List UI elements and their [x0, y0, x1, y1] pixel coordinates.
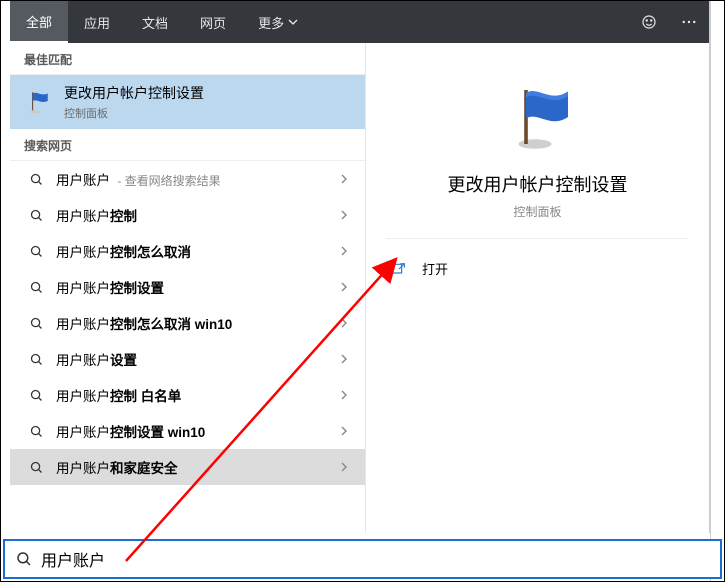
web-result-label: 用户账户控制设置 — [56, 277, 333, 297]
web-result-item[interactable]: 用户账户控制 — [10, 197, 365, 233]
search-icon — [26, 280, 46, 295]
web-result-label: 用户账户控制 — [56, 205, 333, 225]
top-nav: 全部 应用 文档 网页 更多 — [10, 1, 709, 43]
tab-apps[interactable]: 应用 — [68, 1, 126, 43]
chevron-right-icon — [333, 244, 355, 259]
chevron-down-icon — [288, 17, 298, 27]
chevron-right-icon — [333, 460, 355, 475]
web-result-label: 用户账户 - 查看网络搜索结果 — [56, 169, 333, 189]
search-icon — [26, 316, 46, 331]
chevron-right-icon — [333, 316, 355, 331]
tab-web[interactable]: 网页 — [184, 1, 242, 43]
tab-all[interactable]: 全部 — [10, 1, 68, 43]
web-result-label: 用户账户设置 — [56, 349, 333, 369]
web-result-item[interactable]: 用户账户和家庭安全 — [10, 449, 365, 485]
best-match-subtitle: 控制面板 — [64, 105, 204, 121]
search-icon — [26, 460, 46, 475]
tab-more[interactable]: 更多 — [242, 1, 314, 43]
search-icon — [26, 388, 46, 403]
web-result-label: 用户账户和家庭安全 — [56, 457, 333, 477]
search-icon — [26, 424, 46, 439]
web-result-item[interactable]: 用户账户控制 白名单 — [10, 377, 365, 413]
detail-hero-icon — [386, 81, 689, 153]
flag-icon — [24, 88, 52, 116]
search-icon — [26, 172, 46, 187]
search-input[interactable] — [35, 546, 712, 572]
chevron-right-icon — [333, 280, 355, 295]
web-result-item[interactable]: 用户账户控制设置 — [10, 269, 365, 305]
search-icon — [26, 352, 46, 367]
detail-title: 更改用户帐户控制设置 — [386, 171, 689, 197]
overflow-button[interactable] — [669, 1, 709, 43]
web-result-label: 用户账户控制怎么取消 win10 — [56, 313, 333, 333]
web-result-label: 用户账户控制怎么取消 — [56, 241, 333, 261]
section-web: 搜索网页 — [10, 129, 365, 161]
chevron-right-icon — [333, 172, 355, 187]
search-icon — [26, 208, 46, 223]
chevron-right-icon — [333, 388, 355, 403]
open-label: 打开 — [422, 259, 448, 278]
web-result-item[interactable]: 用户账户 - 查看网络搜索结果 — [10, 161, 365, 197]
flag-icon — [502, 81, 574, 153]
chevron-right-icon — [333, 424, 355, 439]
tab-docs[interactable]: 文档 — [126, 1, 184, 43]
detail-subtitle: 控制面板 — [386, 203, 689, 239]
chevron-right-icon — [333, 208, 355, 223]
web-result-label: 用户账户控制 白名单 — [56, 385, 333, 405]
tab-more-label: 更多 — [258, 13, 284, 32]
best-match-item[interactable]: 更改用户帐户控制设置 控制面板 — [10, 75, 365, 129]
section-best-match: 最佳匹配 — [10, 43, 365, 75]
search-bar[interactable] — [3, 539, 722, 579]
web-result-item[interactable]: 用户账户设置 — [10, 341, 365, 377]
results-pane: 最佳匹配 更改用户帐户控制设置 控制面板 搜索网页 用户账户 - 查看网络搜索结… — [10, 43, 366, 533]
detail-pane: 更改用户帐户控制设置 控制面板 打开 — [366, 43, 709, 533]
open-icon — [390, 260, 408, 278]
more-icon — [680, 13, 698, 31]
feedback-button[interactable] — [629, 1, 669, 43]
open-action[interactable]: 打开 — [386, 239, 689, 298]
chevron-right-icon — [333, 352, 355, 367]
web-result-label: 用户账户控制设置 win10 — [56, 421, 333, 441]
search-icon — [26, 244, 46, 259]
search-icon — [13, 550, 35, 568]
feedback-icon — [640, 13, 658, 31]
right-edge-strip — [710, 1, 724, 581]
web-result-item[interactable]: 用户账户控制怎么取消 — [10, 233, 365, 269]
web-result-item[interactable]: 用户账户控制设置 win10 — [10, 413, 365, 449]
best-match-title: 更改用户帐户控制设置 — [64, 83, 204, 103]
web-result-item[interactable]: 用户账户控制怎么取消 win10 — [10, 305, 365, 341]
